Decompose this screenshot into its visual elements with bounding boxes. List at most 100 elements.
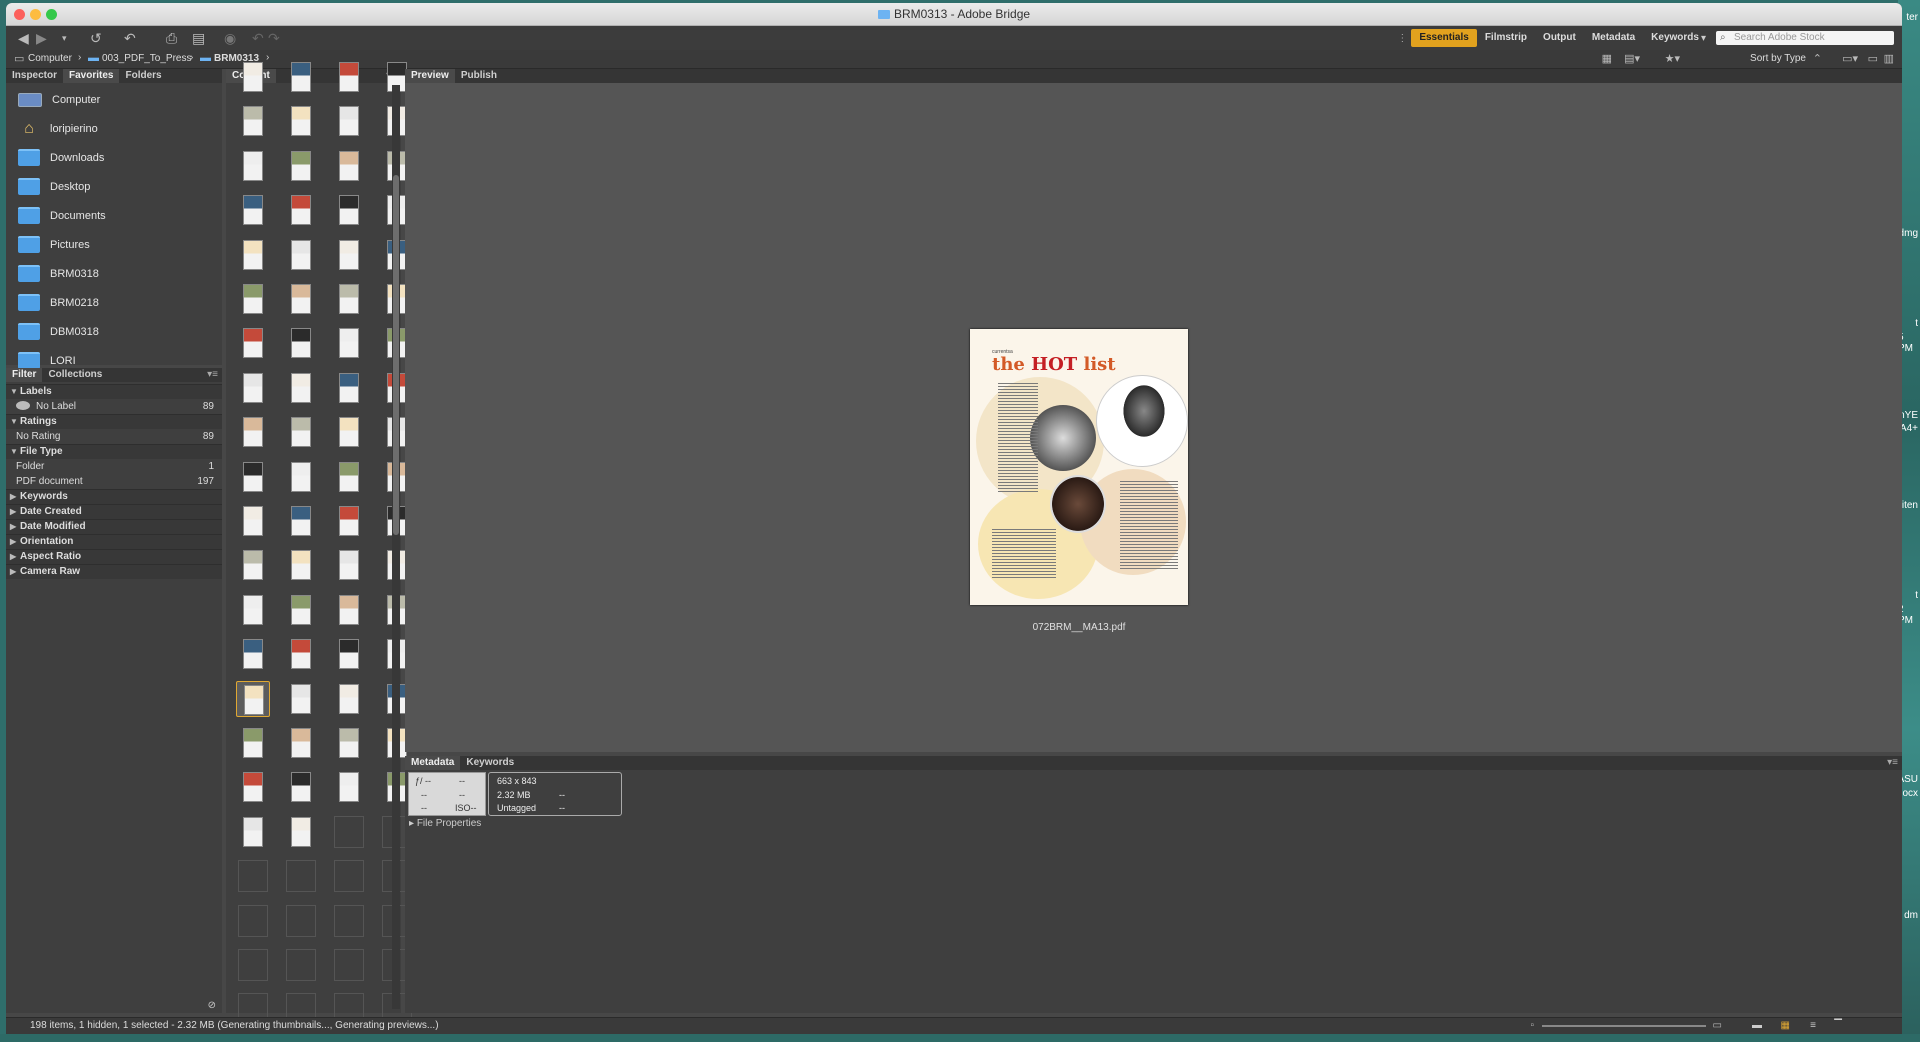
thumbnail-cell[interactable] [332, 814, 364, 848]
view-as-list-icon[interactable]: ≡ [1810, 1018, 1816, 1034]
thumbnail-cell[interactable] [332, 903, 364, 937]
thumbnail-cell[interactable] [236, 325, 268, 359]
desktop-label[interactable]: A4+ [1900, 423, 1918, 434]
open-recent-folder-icon[interactable]: ▭▾ [1842, 52, 1858, 65]
filter-no-label[interactable]: No Label 89 [6, 399, 222, 414]
workspace-essentials[interactable]: Essentials [1411, 29, 1477, 47]
thumbnail-cell[interactable] [332, 769, 364, 803]
thumbnail-cell[interactable] [332, 947, 364, 981]
desktop-label[interactable]: t [1915, 590, 1918, 601]
minimize-window-button[interactable] [30, 9, 41, 20]
sort-by-type[interactable]: Sort by Type [1750, 53, 1806, 64]
thumbnail-cell[interactable] [332, 192, 364, 226]
thumbnail-cell[interactable] [332, 636, 364, 670]
filter-section-camera-raw[interactable]: ▶ Camera Raw [6, 564, 222, 579]
thumbnail-cell[interactable] [332, 858, 364, 893]
rotate-left-icon[interactable]: ↶ [252, 30, 264, 46]
delete-icon[interactable]: ▥ [1884, 52, 1894, 65]
favorite-downloads[interactable]: Downloads [6, 143, 222, 172]
workspace-grip-icon[interactable]: ⋮ [1397, 33, 1407, 44]
thumbnail-cell[interactable] [236, 903, 268, 937]
recent-dropdown-icon[interactable]: ▾ [62, 30, 67, 46]
filter-no-rating[interactable]: No Rating 89 [6, 429, 222, 444]
favorite-desktop[interactable]: Desktop [6, 172, 222, 201]
view-options-icon[interactable]: ▤▾ [1624, 52, 1640, 65]
desktop-label[interactable]: ocx [1902, 788, 1918, 799]
thumbnail-cell[interactable] [284, 903, 316, 937]
tab-metadata[interactable]: Metadata [405, 756, 461, 770]
thumbnail-cell[interactable] [236, 103, 268, 137]
thumbnail-cell[interactable] [284, 503, 316, 537]
thumbnail-cell[interactable] [284, 547, 316, 581]
thumbnail-cell[interactable] [236, 592, 268, 626]
thumbnail-cell[interactable] [236, 414, 268, 448]
thumbnail-cell[interactable] [332, 459, 364, 493]
thumbnail-cell[interactable] [236, 370, 268, 404]
favorite-home[interactable]: ⌂ loripierino [6, 114, 222, 143]
thumbnail-cell[interactable] [284, 681, 316, 715]
tab-filter[interactable]: Filter [6, 368, 43, 382]
thumbnail-cell[interactable] [236, 858, 268, 893]
tab-favorites[interactable]: Favorites [63, 69, 120, 83]
thumbnail-cell[interactable] [332, 414, 364, 448]
thumbnail-cell[interactable] [332, 592, 364, 626]
thumbnail-cell[interactable] [236, 192, 268, 226]
open-in-camera-raw-icon[interactable]: ◉ [224, 30, 236, 46]
content-scrollbar[interactable] [392, 85, 400, 1009]
file-properties-section[interactable]: ▸ File Properties [409, 818, 481, 829]
panel-menu-icon[interactable]: ▾≡ [207, 368, 218, 382]
thumbnail-cell[interactable] [236, 59, 268, 93]
thumbnail-cell[interactable] [236, 281, 268, 315]
tab-keywords[interactable]: Keywords [460, 756, 520, 770]
thumbnail-cell[interactable] [332, 681, 364, 715]
thumbnail-cell[interactable] [284, 459, 316, 493]
desktop-label[interactable]: ter [1906, 12, 1918, 23]
filter-section-date-created[interactable]: ▶ Date Created [6, 504, 222, 519]
filter-section-ratings[interactable]: ▼ Ratings [6, 414, 222, 429]
thumbnail-cell[interactable] [236, 769, 268, 803]
thumbnail-size-slider[interactable] [1542, 1025, 1706, 1027]
thumbnail-cell[interactable] [236, 636, 268, 670]
thumbnail-cell[interactable] [284, 947, 316, 981]
filter-pdf-document[interactable]: PDF document 197 [6, 474, 222, 489]
thumbnail-quality-icon[interactable]: ▦ [1602, 52, 1612, 65]
filter-section-labels[interactable]: ▼ Labels [6, 384, 222, 399]
thumbnail-cell[interactable] [332, 503, 364, 537]
thumbnail-cell[interactable] [284, 281, 316, 315]
desktop-label[interactable]: t [1915, 318, 1918, 329]
close-window-button[interactable] [14, 9, 25, 20]
zoom-window-button[interactable] [46, 9, 57, 20]
favorite-brm0318[interactable]: BRM0318 [6, 259, 222, 288]
filter-stars-icon[interactable]: ★▾ [1665, 52, 1680, 65]
refine-icon[interactable]: ▤ [192, 30, 205, 46]
desktop-label[interactable]: iten [1902, 500, 1918, 511]
breadcrumb-computer[interactable]: Computer [28, 53, 72, 64]
filter-section-date-modified[interactable]: ▶ Date Modified [6, 519, 222, 534]
favorite-pictures[interactable]: Pictures [6, 230, 222, 259]
thumbnail-cell[interactable] [284, 237, 316, 271]
zoom-out-icon[interactable]: ▫ [1530, 1018, 1534, 1034]
reveal-recent-icon[interactable]: ↺ [90, 30, 102, 46]
thumbnail-cell[interactable] [284, 59, 316, 93]
lock-thumbnail-grid-icon[interactable]: ▔ [1834, 1018, 1842, 1034]
thumbnail-cell[interactable] [284, 769, 316, 803]
thumbnail-cell[interactable] [332, 325, 364, 359]
favorite-documents[interactable]: Documents [6, 201, 222, 230]
tab-collections[interactable]: Collections [42, 368, 108, 382]
thumbnail-cell[interactable] [332, 103, 364, 137]
thumbnail-cell[interactable] [236, 947, 268, 981]
tab-folders[interactable]: Folders [119, 69, 167, 83]
thumbnail-cell[interactable] [332, 59, 364, 93]
view-as-details-icon[interactable]: ▦ [1781, 1018, 1790, 1034]
tab-preview[interactable]: Preview [405, 69, 455, 83]
forward-icon[interactable]: ▶ [36, 30, 47, 46]
thumbnail-cell[interactable] [236, 814, 268, 848]
tab-inspector[interactable]: Inspector [6, 69, 63, 83]
filter-section-aspect-ratio[interactable]: ▶ Aspect Ratio [6, 549, 222, 564]
favorite-dbm0318[interactable]: DBM0318 [6, 317, 222, 346]
workspace-filmstrip[interactable]: Filmstrip [1477, 29, 1535, 47]
clear-filter-icon[interactable]: ⊘ [208, 1000, 216, 1011]
thumbnail-cell[interactable] [332, 370, 364, 404]
thumbnail-cell[interactable] [332, 237, 364, 271]
thumbnail-cell[interactable] [332, 148, 364, 182]
